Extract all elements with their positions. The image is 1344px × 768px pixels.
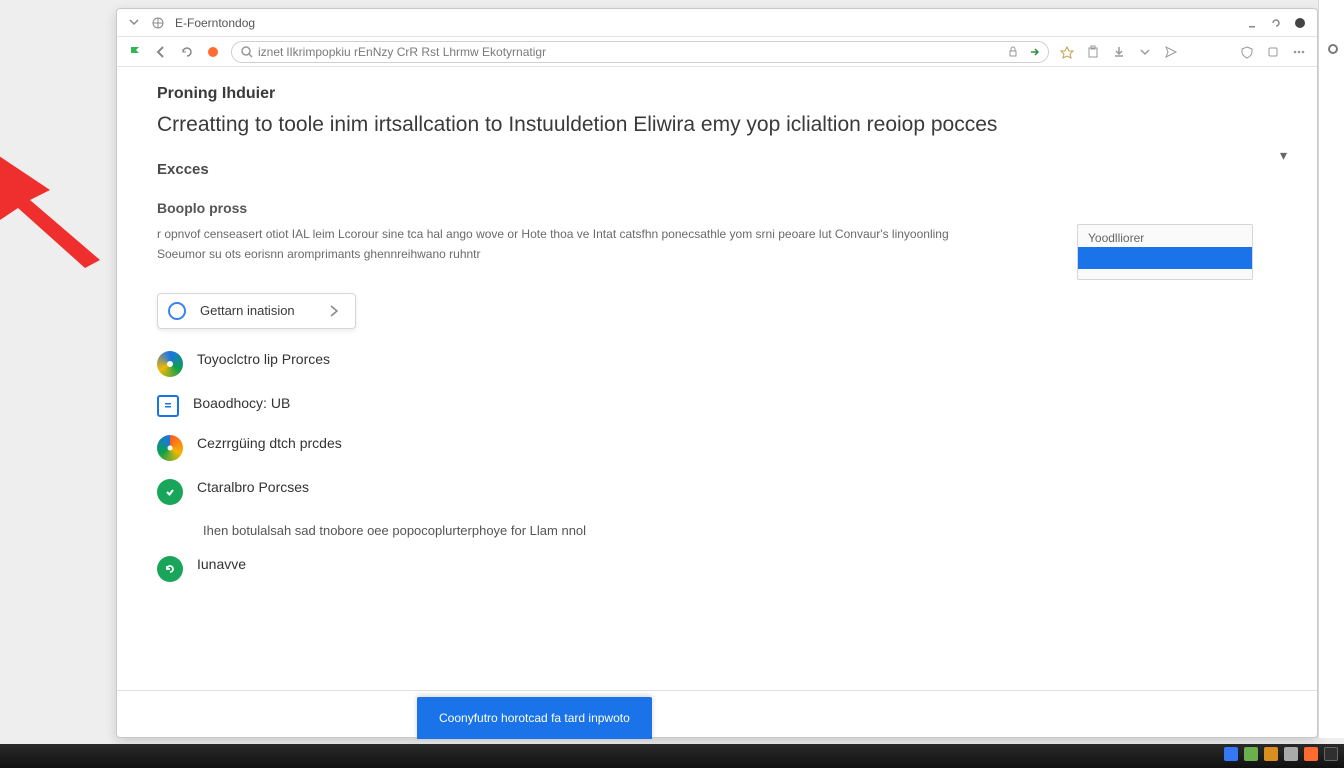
tab-bar: E-Foerntondog [117,9,1317,37]
back-icon[interactable] [153,44,169,60]
stop-icon[interactable] [205,44,221,60]
get-started-pill[interactable]: Gettarn inatision [157,293,356,329]
intro-paragraph: r opnvof censeasert otiot IAL leim Lcoro… [157,224,977,265]
step-item[interactable]: Cezrrgüing dtch prcdes [157,435,1277,461]
side-card-progress [1078,247,1252,269]
section-heading: Excces [157,161,1277,178]
document-icon [157,395,179,417]
download-icon[interactable] [1111,44,1127,60]
tray-icon[interactable] [1224,747,1238,761]
right-panel [1318,0,1344,738]
menu-icon[interactable] [1291,44,1307,60]
clipboard-icon[interactable] [1085,44,1101,60]
address-text: iznet lIkrimpopkiu rEnNzy CrR Rst Lhrmw … [258,45,546,59]
refresh-window-icon[interactable] [1269,16,1283,30]
ring-icon [168,302,186,320]
tray-icon[interactable] [1284,747,1298,761]
page-content: ▾ Proning Ihduier Crreatting to toole in… [117,67,1317,737]
globe-icon [151,16,165,30]
bookmark-icon[interactable] [1059,44,1075,60]
shield-icon[interactable] [1239,44,1255,60]
steps-list: Toyoclctro lip Prorces Boaodhocy: UB Cez… [157,351,1277,582]
address-bar[interactable]: iznet lIkrimpopkiu rEnNzy CrR Rst Lhrmw … [231,41,1049,63]
close-window-icon[interactable] [1293,16,1307,30]
search-icon [240,45,254,59]
system-tray [1224,747,1338,761]
side-card[interactable]: Yoodlliorer [1077,224,1253,280]
tray-icon[interactable] [1304,747,1318,761]
app-menu-icon[interactable] [127,16,141,30]
extensions-icon[interactable] [1265,44,1281,60]
page-title: Crreatting to toole inim irtsallcation t… [157,113,1277,137]
primary-action-button[interactable]: Coonyfutro horotcad fa tard inpwoto [417,697,652,739]
pointer-arrow-annotation [0,150,130,270]
breadcrumb: Proning Ihduier [157,85,1277,103]
chevron-right-icon [329,305,339,317]
browser-window: E-Foerntondog [116,8,1318,738]
tray-icon[interactable] [1324,747,1338,761]
step-item[interactable]: Boaodhocy: UB [157,395,1277,417]
step-label: Toyoclctro lip Prorces [197,351,330,367]
os-taskbar [0,744,1344,768]
collapse-caret-icon[interactable]: ▾ [1280,147,1287,164]
toolbar: iznet lIkrimpopkiu rEnNzy CrR Rst Lhrmw … [117,37,1317,67]
step-label: Boaodhocy: UB [193,395,290,411]
primary-action-label: Coonyfutro horotcad fa tard inpwoto [439,711,630,725]
refresh-icon [157,556,183,582]
content-divider [117,690,1317,691]
flag-icon[interactable] [127,44,143,60]
lock-icon [1006,45,1020,59]
check-icon [157,479,183,505]
pill-label: Gettarn inatision [200,303,295,318]
step-note: Ihen botulalsah sad tnobore oee popocopl… [203,523,1277,538]
swirl-icon [157,435,183,461]
send-icon[interactable] [1163,44,1179,60]
go-icon[interactable] [1028,45,1042,59]
minimize-icon[interactable] [1245,16,1259,30]
chevron-down-icon[interactable] [1137,44,1153,60]
panel-indicator-icon [1328,44,1338,54]
subheading: Booplo pross [157,200,1277,216]
step-label: Cezrrgüing dtch prcdes [197,435,342,451]
step-item[interactable]: Ctaralbro Porcses [157,479,1277,505]
step-label: Ctaralbro Porcses [197,479,309,495]
tray-icon[interactable] [1264,747,1278,761]
tray-icon[interactable] [1244,747,1258,761]
step-label: Iunavve [197,556,246,572]
step-item[interactable]: Toyoclctro lip Prorces [157,351,1277,377]
side-card-label: Yoodlliorer [1078,225,1252,247]
tab-label[interactable]: E-Foerntondog [175,16,255,30]
step-item[interactable]: Iunavve [157,556,1277,582]
target-icon [157,351,183,377]
reload-icon[interactable] [179,44,195,60]
